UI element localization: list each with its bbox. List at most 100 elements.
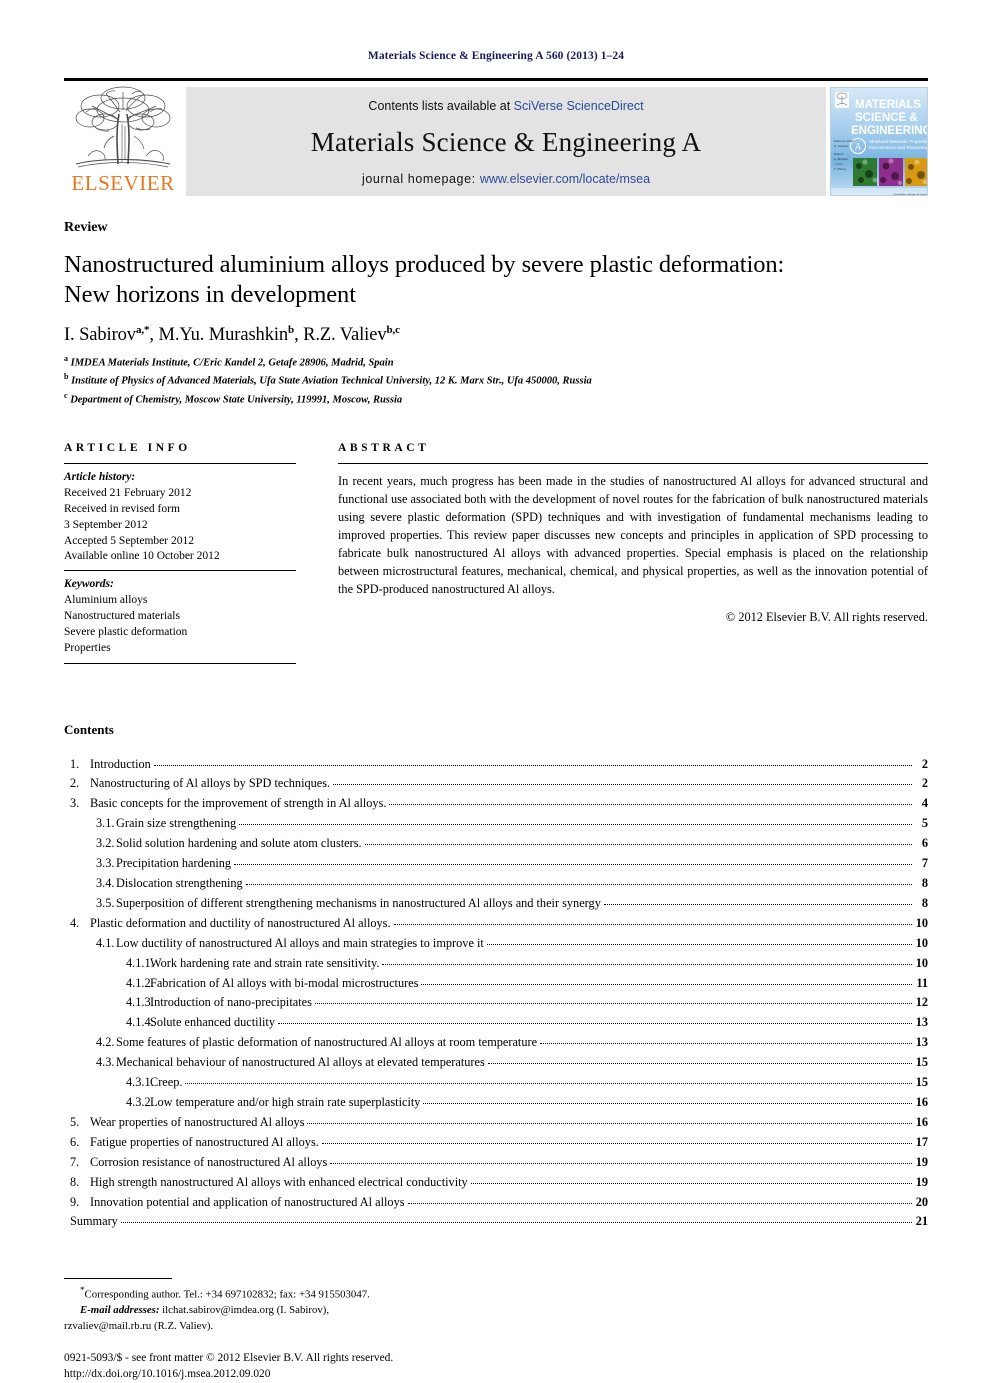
article-type: Review (64, 220, 108, 235)
toc-entry-page: 15 (915, 1075, 928, 1090)
svg-text:H. Conrad: H. Conrad (834, 144, 848, 148)
toc-entry[interactable]: 3.4. Dislocation strengthening 8 (64, 874, 928, 894)
toc-entry[interactable]: 3.5. Superposition of different strengthe… (64, 894, 928, 914)
footnote-block: *Corresponding author. Tel.: +34 6971028… (64, 1284, 928, 1334)
toc-leader-dots (239, 816, 912, 826)
table-of-contents: 1. Introduction 2 2. Nanostructuring of Al a… (64, 755, 928, 1233)
toc-entry-label: Fatigue properties of nanostructured Al … (90, 1134, 319, 1149)
affiliation-item: a IMDEA Materials Institute, C/Eric Kand… (64, 353, 928, 371)
history-item: Available online 10 October 2012 (64, 550, 220, 563)
article-history: Article history: Received 21 February 20… (64, 464, 296, 570)
journal-band: Contents lists available at SciVerse Sci… (186, 87, 826, 196)
toc-entry-label: Precipitation hardening (116, 856, 232, 871)
toc-entry-page: 2 (921, 756, 928, 771)
toc-entry-page: 10 (915, 915, 928, 930)
keywords-block: Keywords: Aluminium alloys Nanostructure… (64, 571, 296, 656)
journal-homepage-link[interactable]: www.elsevier.com/locate/msea (480, 172, 650, 186)
toc-entry-page: 17 (915, 1134, 928, 1149)
toc-entry-label: Basic concepts for the improvement of st… (90, 796, 387, 811)
toc-entry[interactable]: 4.1.3. Introduction of nano-precipitates 1… (64, 993, 928, 1013)
author-name[interactable]: I. Sabirov (64, 325, 136, 345)
toc-leader-dots (393, 916, 912, 925)
affiliation-text: IMDEA Materials Institute, C/Eric Kandel… (70, 357, 394, 369)
toc-entry-page: 10 (915, 935, 928, 950)
toc-entry[interactable]: 3.3. Precipitation hardening 7 (64, 854, 928, 874)
footnote-rule (64, 1278, 172, 1280)
toc-entry[interactable]: 3.2. Solid solution hardening and solute … (64, 834, 928, 854)
toc-entry-label: Some features of plastic deformation of … (116, 1035, 538, 1050)
toc-entry[interactable]: 4.3.2. Low temperature and/or high strain… (64, 1093, 928, 1113)
toc-entry[interactable]: 6. Fatigue properties of nanostructured A… (64, 1133, 928, 1153)
corresponding-author-note: *Corresponding author. Tel.: +34 6971028… (64, 1284, 928, 1303)
doi-link[interactable]: http://dx.doi.org/10.1016/j.msea.2012.09… (64, 1366, 928, 1383)
toc-entry-number: 4.3.2. (126, 1094, 154, 1109)
toc-entry[interactable]: 7. Corrosion resistance of nanostructured… (64, 1153, 928, 1173)
svg-text:MATERIALS: MATERIALS (855, 99, 922, 111)
toc-entry[interactable]: Summary 21 (64, 1212, 928, 1232)
toc-entry-label: Work hardening rate and strain rate sens… (150, 955, 380, 970)
toc-entry-label: Corrosion resistance of nanostructured A… (90, 1154, 328, 1169)
toc-entry-page: 15 (915, 1055, 928, 1070)
svg-text:A. Bhaduri: A. Bhaduri (834, 157, 848, 161)
toc-entry[interactable]: 4.3. Mechanical behaviour of nanostructur… (64, 1053, 928, 1073)
toc-entry-number: 2. (70, 776, 80, 791)
journal-cover-thumbnail[interactable]: MATERIALS SCIENCE & ENGINEERING A Struct… (830, 87, 928, 196)
author-name[interactable]: M.Yu. Murashkin (158, 325, 288, 345)
toc-entry[interactable]: 2. Nanostructuring of Al alloys by SPD te… (64, 774, 928, 794)
email-note-line-1: E-mail addresses: ilchat.sabirov@imdea.o… (64, 1303, 928, 1318)
toc-entry-page: 8 (921, 876, 928, 891)
toc-entry[interactable]: 9. Innovation potential and application o… (64, 1193, 928, 1213)
toc-entry-number: 4.1. (96, 935, 115, 950)
toc-entry-page: 11 (916, 975, 928, 990)
article-info-column: ARTICLE INFO Article history: Received 2… (64, 442, 296, 664)
toc-entry-label: Solid solution hardening and solute atom… (116, 836, 362, 851)
toc-entry[interactable]: 4.3.1. Creep. 15 (64, 1073, 928, 1093)
toc-entry-label: Introduction (90, 756, 151, 771)
journal-title: Materials Science & Engineering A (310, 127, 702, 157)
toc-entry[interactable]: 3.1. Grain size strengthening 5 (64, 814, 928, 834)
toc-entry-number: 1. (70, 756, 80, 771)
toc-entry-number: 4.3.1. (126, 1075, 154, 1090)
abstract-text: In recent years, much progress has been … (338, 474, 928, 596)
toc-entry-number: 7. (70, 1154, 80, 1169)
toc-entry-number: 8. (70, 1174, 80, 1189)
toc-entry[interactable]: 1. Introduction 2 (64, 755, 928, 775)
email-address-primary[interactable]: ilchat.sabirov@imdea.org (I. Sabirov), (159, 1304, 329, 1316)
svg-text:A: A (854, 142, 862, 153)
toc-entry[interactable]: 4.1.2. Fabrication of Al alloys with bi-m… (64, 974, 928, 994)
toc-entry[interactable]: 4.1.4. Solute enhanced ductility 13 (64, 1013, 928, 1033)
author-name[interactable]: R.Z. Valiev (303, 325, 386, 345)
toc-entry[interactable]: 5. Wear properties of nanostructured Al a… (64, 1113, 928, 1133)
toc-entry[interactable]: 3. Basic concepts for the improvement of … (64, 794, 928, 814)
svg-text:Microstructure and Processing: Microstructure and Processing (869, 145, 928, 150)
toc-leader-dots (234, 856, 912, 866)
toc-entry[interactable]: 4.1. Low ductility of nanostructured Al a… (64, 934, 928, 954)
svg-text:SCIENCE &: SCIENCE & (855, 112, 918, 124)
toc-entry[interactable]: 4.2. Some features of plastic deformation… (64, 1033, 928, 1053)
email-note-line-2[interactable]: rzvaliev@mail.rb.ru (R.Z. Valiev). (64, 1319, 928, 1334)
toc-leader-dots (470, 1175, 912, 1184)
sciencedirect-link[interactable]: SciVerse ScienceDirect (514, 99, 644, 113)
toc-entry-page: 2 (921, 776, 928, 791)
history-item: Received 21 February 2012 (64, 486, 192, 499)
toc-entry[interactable]: 4.1.1. Work hardening rate and strain rat… (64, 954, 928, 974)
keyword-item: Properties (64, 641, 111, 654)
toc-leader-dots (364, 836, 912, 846)
page-title: Nanostructured aluminium alloys produced… (64, 250, 928, 310)
affiliation-item: c Department of Chemistry, Moscow State … (64, 390, 928, 408)
toc-entry-number: 3.4. (96, 876, 115, 891)
journal-homepage-line: journal homepage: www.elsevier.com/locat… (362, 172, 650, 186)
toc-entry-number: 3.2. (96, 836, 115, 851)
toc-entry-page: 7 (921, 856, 928, 871)
author-affil-mark: b,c (386, 323, 400, 336)
toc-entry-page: 13 (915, 1015, 928, 1030)
running-head: Materials Science & Engineering A 560 (2… (367, 50, 625, 62)
toc-leader-dots (421, 976, 912, 985)
toc-entry[interactable]: 8. High strength nanostructured Al alloys… (64, 1173, 928, 1193)
toc-entry[interactable]: 4. Plastic deformation and ductility of n… (64, 914, 928, 934)
elsevier-logo: ELSEVIER (64, 86, 182, 196)
article-title-line-1: Nanostructured aluminium alloys produced… (64, 251, 785, 278)
affiliation-text: Department of Chemistry, Moscow State Un… (70, 394, 403, 406)
toc-leader-dots (382, 956, 912, 965)
author-affil-mark: a,* (135, 323, 150, 336)
